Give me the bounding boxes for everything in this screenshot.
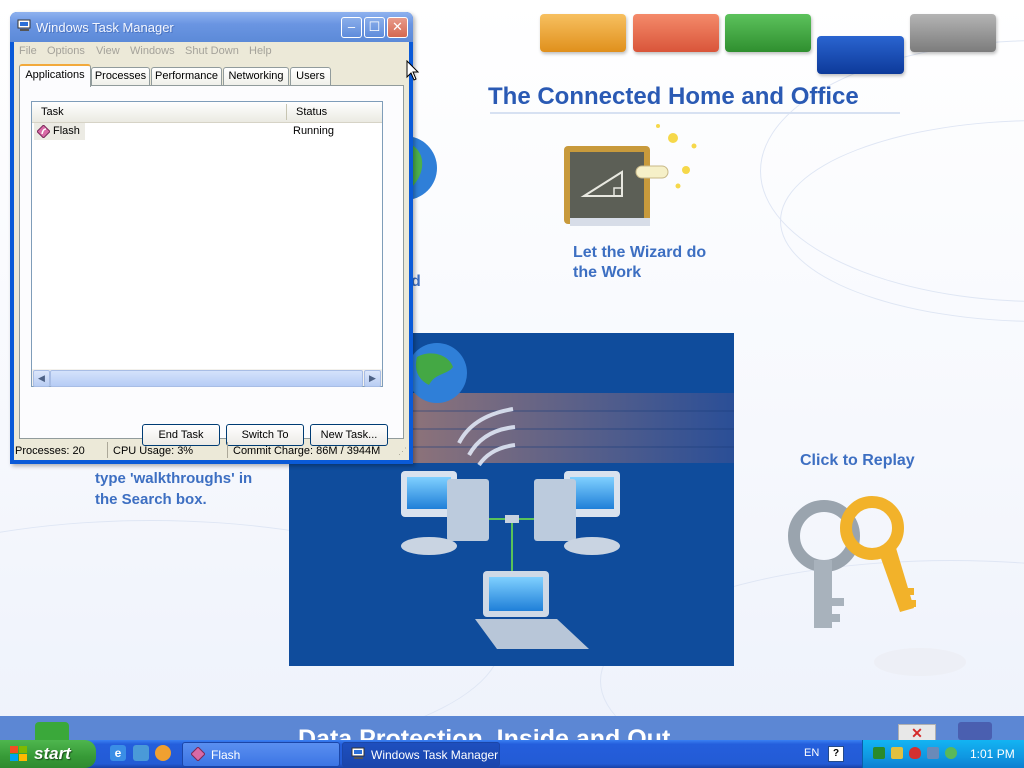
task-manager-window: Windows Task Manager ‒ ☐ ✕ File Options … — [10, 12, 413, 464]
nav-button-gray[interactable] — [910, 14, 996, 52]
help-icon[interactable]: ? — [828, 746, 844, 762]
chevron-right-icon: ▶ — [369, 373, 376, 383]
tab-performance[interactable]: Performance — [151, 67, 222, 85]
nav-button-red[interactable] — [633, 14, 719, 52]
menu-presentation-icon[interactable] — [958, 722, 992, 740]
maximize-icon: ☐ — [368, 19, 381, 34]
task-name: Flash — [53, 125, 80, 137]
keys-icon[interactable] — [780, 490, 970, 690]
window-title: Windows Task Manager — [36, 20, 174, 35]
menu-options[interactable]: Options — [47, 45, 85, 57]
replay-link[interactable]: Click to Replay — [800, 452, 915, 470]
heading-underline — [490, 112, 900, 114]
wizard-caption: Let the Wizard do the Work — [573, 244, 707, 281]
nav-button-green[interactable] — [725, 14, 811, 52]
clock[interactable]: 1:01 PM — [970, 747, 1015, 761]
task-manager-icon — [17, 19, 31, 31]
chevron-left-icon: ◀ — [38, 373, 45, 383]
column-header-task[interactable]: Task — [41, 106, 64, 118]
nav-button-blue-active[interactable] — [817, 36, 904, 74]
tab-applications[interactable]: Applications — [19, 64, 91, 87]
menu-windows[interactable]: Windows — [130, 45, 175, 57]
scroll-left-button[interactable]: ◀ — [33, 370, 50, 387]
tab-processes[interactable]: Processes — [91, 67, 150, 85]
nav-button-orange[interactable] — [540, 14, 626, 52]
column-header-status[interactable]: Status — [296, 106, 327, 118]
green-nav-icon[interactable] — [35, 722, 69, 740]
menu-bar: File Options View Windows Shut Down Help — [14, 42, 409, 62]
menu-shut-down[interactable]: Shut Down — [185, 45, 239, 57]
media-player-icon[interactable] — [155, 745, 171, 761]
bottom-banner: Data Protection, Inside and Out — [0, 716, 1024, 740]
taskbar-button-flash[interactable]: Flash — [182, 742, 340, 767]
maximize-button[interactable]: ☐ — [364, 17, 385, 38]
flash-icon — [37, 125, 50, 138]
tab-networking[interactable]: Networking — [223, 67, 289, 85]
resize-grip-icon[interactable]: ⋰ — [398, 446, 407, 457]
taskbar-label-flash: Flash — [211, 748, 241, 762]
minimize-icon: ‒ — [347, 19, 356, 34]
system-tray: 1:01 PM — [862, 740, 1024, 768]
task-status: Running — [293, 125, 334, 137]
table-row[interactable]: Flash Running — [32, 123, 382, 140]
start-button[interactable]: start — [0, 740, 96, 768]
column-divider[interactable] — [286, 104, 287, 120]
menu-help[interactable]: Help — [249, 45, 272, 57]
display-icon[interactable] — [927, 747, 939, 759]
tab-strip: Applications Processes Performance Netwo… — [14, 64, 409, 87]
security-shield-icon[interactable] — [909, 747, 921, 759]
status-commit: Commit Charge: 86M / 3944M — [233, 445, 381, 457]
scroll-right-button[interactable]: ▶ — [364, 370, 381, 387]
start-label: start — [34, 744, 71, 763]
list-header: Task Status — [32, 102, 382, 123]
network-icon[interactable] — [873, 747, 885, 759]
menu-view[interactable]: View — [96, 45, 120, 57]
task-manager-icon — [351, 747, 365, 759]
sound-icon[interactable] — [891, 747, 903, 759]
scroll-thumb[interactable] — [50, 370, 363, 387]
chalkboard-wizard-icon — [564, 124, 697, 226]
windows-logo-icon — [10, 746, 27, 761]
status-cpu: CPU Usage: 3% — [113, 445, 194, 457]
close-icon: ✕ — [392, 19, 403, 34]
horizontal-scrollbar[interactable]: ◀ ▶ — [32, 369, 382, 387]
bottom-banner-text: Data Protection, Inside and Out — [298, 725, 671, 740]
status-bar: Processes: 20 CPU Usage: 3% Commit Charg… — [14, 440, 409, 460]
window-client-area: File Options View Windows Shut Down Help… — [14, 42, 409, 460]
close-button[interactable]: ✕ — [387, 17, 408, 38]
taskbar-label-task-manager: Windows Task Manager — [371, 748, 499, 762]
sync-icon[interactable] — [945, 747, 957, 759]
close-presentation-icon[interactable]: ✕ — [898, 724, 936, 740]
status-divider — [227, 442, 228, 458]
applications-list[interactable]: Task Status Flash Running ◀ ▶ — [31, 101, 383, 387]
slide-heading: The Connected Home and Office — [488, 83, 859, 110]
taskbar-button-task-manager[interactable]: Windows Task Manager — [342, 742, 500, 767]
flash-icon — [191, 747, 205, 761]
tab-users[interactable]: Users — [290, 67, 331, 85]
mouse-cursor-icon — [406, 60, 420, 81]
minimize-button[interactable]: ‒ — [341, 17, 362, 38]
status-divider — [107, 442, 108, 458]
language-indicator[interactable]: EN — [804, 747, 819, 759]
internet-explorer-icon[interactable]: e — [110, 745, 126, 761]
status-processes: Processes: 20 — [15, 445, 85, 457]
walkthrough-hint: type 'walkthroughs' in the Search box. — [95, 470, 253, 508]
menu-file[interactable]: File — [19, 45, 37, 57]
taskbar: start e Flash Windows Task Manager EN ? … — [0, 740, 1024, 768]
title-bar[interactable]: Windows Task Manager ‒ ☐ ✕ — [10, 12, 413, 42]
media-icon[interactable] — [133, 745, 149, 761]
